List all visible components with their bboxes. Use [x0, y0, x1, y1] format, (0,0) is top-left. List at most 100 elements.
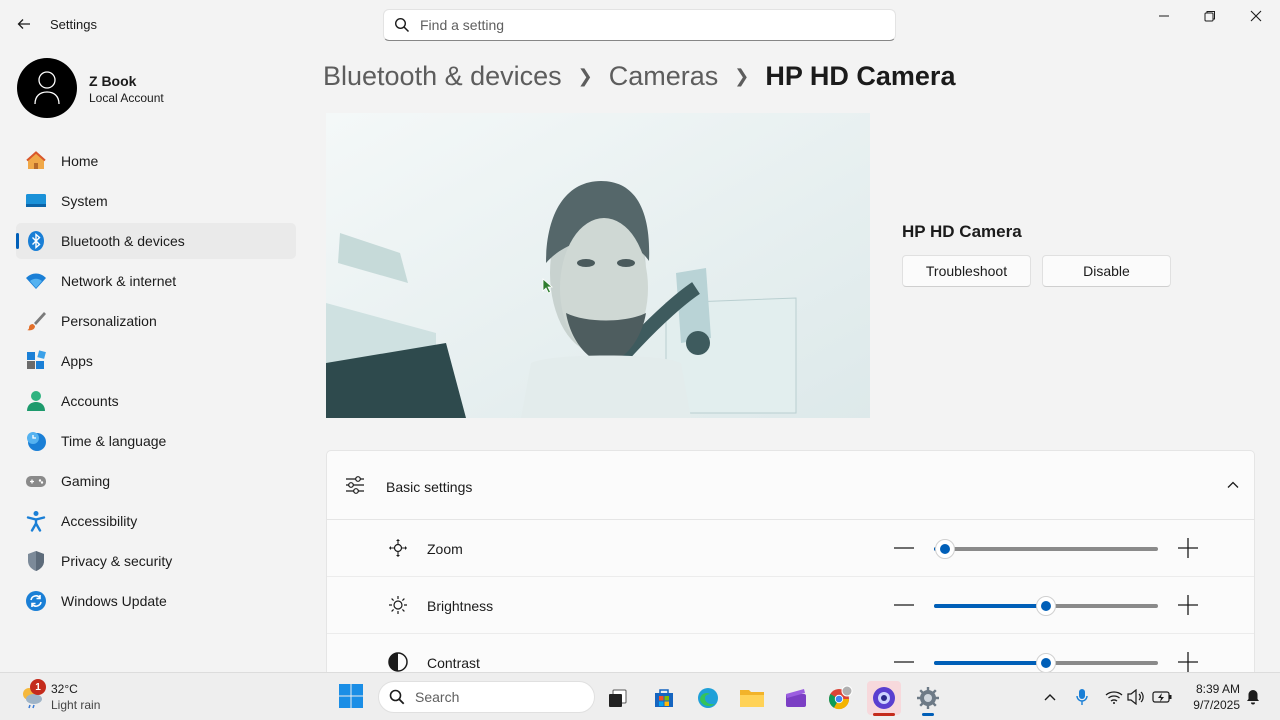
notifications-button[interactable]: [1243, 687, 1263, 707]
microphone-button[interactable]: [1072, 687, 1092, 707]
title-bar: Settings: [0, 0, 1280, 48]
profile-name: Z Book: [89, 73, 137, 89]
disable-button[interactable]: Disable: [1042, 255, 1171, 287]
camera-info: HP HD Camera: [902, 222, 1022, 254]
chevron-up-icon[interactable]: [1226, 478, 1240, 497]
camera-feed-image: [326, 113, 870, 418]
edge-icon: [698, 688, 718, 708]
close-button[interactable]: [1233, 0, 1279, 32]
active-indicator: [873, 713, 895, 716]
chrome-button[interactable]: [823, 681, 857, 715]
contrast-slider-thumb[interactable]: [1036, 653, 1056, 673]
zoom-row: Zoom: [327, 520, 1254, 577]
sidebar-item-system[interactable]: System: [16, 183, 296, 219]
camera-icon: [873, 687, 895, 709]
search-icon: [389, 689, 405, 705]
sidebar-item-apps[interactable]: Apps: [16, 343, 296, 379]
minimize-button[interactable]: [1141, 0, 1187, 32]
brightness-slider-thumb[interactable]: [1036, 596, 1056, 616]
zoom-label: Zoom: [427, 541, 463, 557]
brightness-decrease-button[interactable]: [893, 595, 915, 615]
contrast-slider[interactable]: [934, 653, 1158, 673]
bluetooth-icon: [25, 230, 47, 252]
sidebar-item-time-language[interactable]: Time & language: [16, 423, 296, 459]
sidebar-item-privacy-security[interactable]: Privacy & security: [16, 543, 296, 579]
basic-settings-header[interactable]: Basic settings: [327, 451, 1254, 520]
back-button[interactable]: [10, 10, 38, 38]
windows-logo-icon: [339, 684, 363, 708]
plus-icon: [1178, 652, 1198, 672]
update-icon: [25, 590, 47, 612]
contrast-decrease-button[interactable]: [893, 652, 915, 672]
settings-app-button[interactable]: [911, 681, 945, 716]
microsoft-store-button[interactable]: [647, 681, 681, 715]
sidebar-nav: Home System Bluetooth & devices Network …: [16, 143, 296, 623]
notification-badge: 1: [30, 679, 46, 695]
sidebar-item-windows-update[interactable]: Windows Update: [16, 583, 296, 619]
sidebar-item-network[interactable]: Network & internet: [16, 263, 296, 299]
zoom-slider[interactable]: [934, 539, 1158, 559]
sidebar-item-accounts[interactable]: Accounts: [16, 383, 296, 419]
breadcrumb: Bluetooth & devices ❯ Cameras ❯ HP HD Ca…: [323, 58, 955, 94]
volume-button[interactable]: [1126, 687, 1146, 707]
zoom-decrease-button[interactable]: [893, 538, 915, 558]
chrome-icon: [829, 685, 853, 710]
weather-temperature: 32°C: [51, 682, 78, 696]
user-profile[interactable]: Z Book Local Account: [17, 58, 297, 118]
clipchamp-button[interactable]: [779, 681, 813, 715]
network-button[interactable]: [1104, 687, 1124, 707]
show-hidden-icons-button[interactable]: [1040, 687, 1060, 707]
folder-icon: [740, 690, 764, 707]
brush-icon: [25, 310, 47, 332]
page-title: HP HD Camera: [765, 60, 956, 91]
task-view-button[interactable]: [601, 681, 635, 715]
sidebar-item-accessibility[interactable]: Accessibility: [16, 503, 296, 539]
user-avatar-icon: [34, 71, 60, 105]
back-arrow-icon: [17, 19, 30, 29]
sidebar-item-bluetooth-devices[interactable]: Bluetooth & devices: [16, 223, 296, 259]
mouse-cursor-icon: [542, 278, 554, 299]
brightness-increase-button[interactable]: [1177, 595, 1199, 615]
taskbar-search[interactable]: Search: [378, 681, 595, 713]
file-explorer-button[interactable]: [735, 681, 769, 715]
contrast-increase-button[interactable]: [1177, 652, 1199, 672]
system-icon: [25, 190, 47, 212]
start-button[interactable]: [338, 683, 366, 711]
brightness-slider[interactable]: [934, 596, 1158, 616]
brightness-slider-fill: [934, 604, 1046, 608]
edge-button[interactable]: [691, 681, 725, 715]
battery-button[interactable]: [1152, 687, 1172, 707]
minimize-icon: [1159, 15, 1169, 17]
restore-button[interactable]: [1187, 0, 1233, 32]
basic-settings-title: Basic settings: [386, 479, 473, 495]
breadcrumb-cameras[interactable]: Cameras: [609, 61, 719, 92]
troubleshoot-button[interactable]: Troubleshoot: [902, 255, 1031, 287]
breadcrumb-bluetooth-devices[interactable]: Bluetooth & devices: [323, 61, 562, 92]
camera-app-button[interactable]: [867, 681, 901, 716]
sidebar-item-home[interactable]: Home: [16, 143, 296, 179]
clock-time: 8:39 AM: [1195, 682, 1240, 696]
task-view-icon: [609, 689, 627, 707]
avatar: [17, 58, 77, 118]
brightness-row: Brightness: [327, 577, 1254, 634]
taskbar-search-label: Search: [415, 689, 460, 705]
zoom-slider-thumb[interactable]: [935, 539, 956, 559]
basic-settings-card: Basic settings Zoom Brightness Contrast: [326, 450, 1255, 680]
camera-name: HP HD Camera: [902, 222, 1022, 241]
taskbar-clock[interactable]: 8:39 AM 9/7/2025: [1180, 681, 1240, 713]
plus-icon: [1178, 595, 1198, 615]
minus-icon: [894, 604, 914, 606]
plus-icon: [1178, 538, 1198, 558]
accessibility-icon: [25, 510, 47, 532]
contrast-label: Contrast: [427, 655, 480, 671]
settings-search-input[interactable]: [420, 17, 860, 33]
zoom-increase-button[interactable]: [1177, 538, 1199, 558]
weather-widget[interactable]: 1 32°C Light rain: [18, 679, 148, 715]
sidebar-item-gaming[interactable]: Gaming: [16, 463, 296, 499]
home-icon: [25, 150, 47, 172]
contrast-slider-fill: [934, 661, 1046, 665]
sidebar-item-personalization[interactable]: Personalization: [16, 303, 296, 339]
sliders-icon: [344, 474, 366, 501]
settings-search-box[interactable]: [383, 9, 896, 41]
clock-globe-icon: [25, 430, 47, 452]
